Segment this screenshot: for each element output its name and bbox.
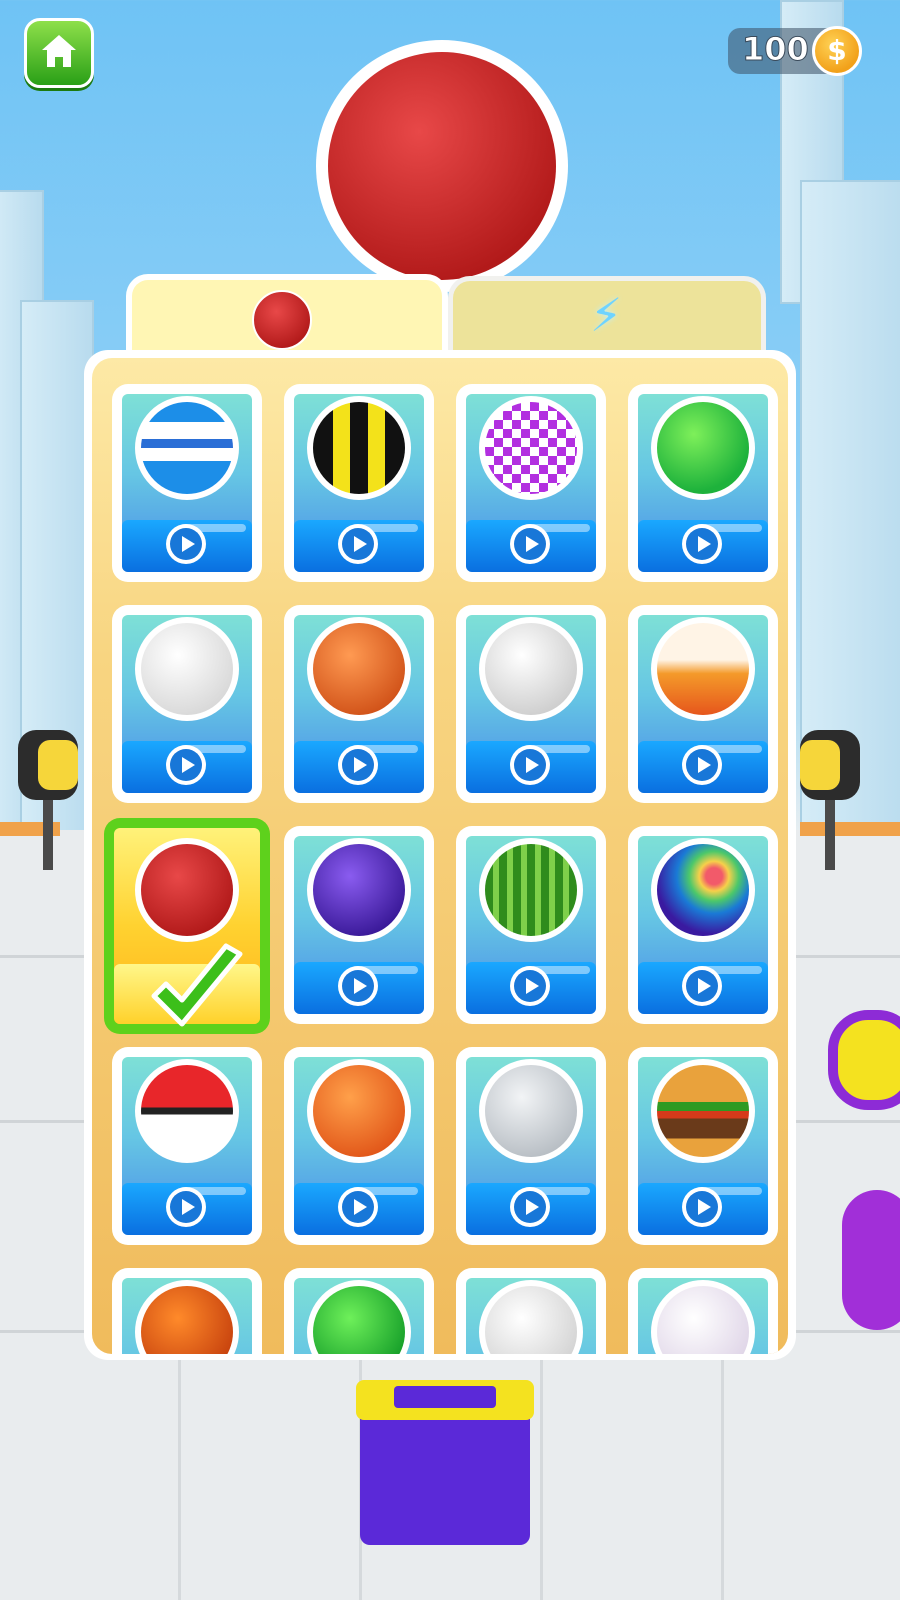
- ball-card-strawberry[interactable]: [104, 818, 270, 1034]
- watch-ad-button[interactable]: [638, 962, 768, 1014]
- purple-checker-ball: [485, 402, 577, 494]
- ball-card-pumpkin[interactable]: [112, 1268, 262, 1354]
- watch-ad-button[interactable]: [294, 741, 424, 793]
- home-button[interactable]: [24, 18, 94, 88]
- play-icon: [510, 524, 550, 564]
- ball-card-blackberry[interactable]: [284, 826, 434, 1024]
- play-icon: [166, 1187, 206, 1227]
- ball-card-watermelon[interactable]: [456, 826, 606, 1024]
- ball-grid[interactable]: [92, 358, 788, 1354]
- watch-ad-button[interactable]: [122, 741, 252, 793]
- ball-card-skull[interactable]: [456, 1268, 606, 1354]
- flame-ball: [657, 623, 749, 715]
- ball-card-candy-skull[interactable]: [628, 1268, 778, 1354]
- coin-count: 100: [742, 30, 810, 69]
- play-icon: [338, 745, 378, 785]
- watch-ad-button[interactable]: [122, 520, 252, 572]
- strawberry-ball-icon: [252, 290, 312, 350]
- watch-ad-button[interactable]: [294, 1183, 424, 1235]
- watch-ad-button[interactable]: [294, 520, 424, 572]
- watermelon-ball: [485, 844, 577, 936]
- ball-card-burger[interactable]: [628, 1047, 778, 1245]
- watch-ad-button[interactable]: [466, 741, 596, 793]
- bumblebee-ball: [313, 402, 405, 494]
- strawberry-ball: [141, 844, 233, 936]
- play-icon: [510, 1187, 550, 1227]
- ball-card-flame[interactable]: [628, 605, 778, 803]
- ball-card-baseball[interactable]: [112, 605, 262, 803]
- play-icon: [682, 745, 722, 785]
- ball-card-blue-stripe[interactable]: [112, 384, 262, 582]
- play-icon: [682, 1187, 722, 1227]
- ball-card-moon[interactable]: [456, 1047, 606, 1245]
- play-icon: [338, 966, 378, 1006]
- watch-ad-button[interactable]: [638, 520, 768, 572]
- soccer-ball: [485, 623, 577, 715]
- dragon-star-ball: [313, 1065, 405, 1157]
- baseball-ball: [141, 623, 233, 715]
- checkmark-icon: [151, 943, 243, 1027]
- rainbow-ball: [657, 844, 749, 936]
- basketball-ball: [313, 623, 405, 715]
- lightning-icon: ⚡: [590, 288, 623, 342]
- ball-card-pokeball[interactable]: [112, 1047, 262, 1245]
- spotlight: [8, 730, 78, 870]
- play-icon: [166, 524, 206, 564]
- home-icon: [42, 35, 76, 67]
- watch-ad-button[interactable]: [294, 962, 424, 1014]
- play-icon: [682, 966, 722, 1006]
- ball-card-rainbow[interactable]: [628, 826, 778, 1024]
- ball-card-soccer[interactable]: [456, 605, 606, 803]
- ball-card-green-star[interactable]: [628, 384, 778, 582]
- side-prop: [828, 1010, 900, 1110]
- play-icon: [510, 966, 550, 1006]
- watch-ad-button[interactable]: [466, 1183, 596, 1235]
- burger-ball: [657, 1065, 749, 1157]
- play-icon: [166, 745, 206, 785]
- pokeball-ball: [141, 1065, 233, 1157]
- strawberry-ball: [328, 52, 556, 280]
- blackberry-ball: [313, 844, 405, 936]
- watch-ad-button[interactable]: [638, 1183, 768, 1235]
- watch-ad-button[interactable]: [638, 741, 768, 793]
- coin-icon: $: [812, 26, 862, 76]
- ball-card-dragon-star[interactable]: [284, 1047, 434, 1245]
- moon-ball: [485, 1065, 577, 1157]
- green-star-ball: [657, 402, 749, 494]
- side-prop: [842, 1190, 900, 1330]
- ball-card-basketball[interactable]: [284, 605, 434, 803]
- ball-card-purple-checker[interactable]: [456, 384, 606, 582]
- play-icon: [510, 745, 550, 785]
- blue-stripe-ball: [141, 402, 233, 494]
- watch-ad-button[interactable]: [122, 1183, 252, 1235]
- play-icon: [682, 524, 722, 564]
- play-icon: [338, 1187, 378, 1227]
- watch-ad-button[interactable]: [466, 962, 596, 1014]
- watch-ad-button[interactable]: [466, 520, 596, 572]
- ball-card-green-skull[interactable]: [284, 1268, 434, 1354]
- ball-card-bumblebee[interactable]: [284, 384, 434, 582]
- spotlight: [800, 730, 870, 870]
- play-icon: [338, 524, 378, 564]
